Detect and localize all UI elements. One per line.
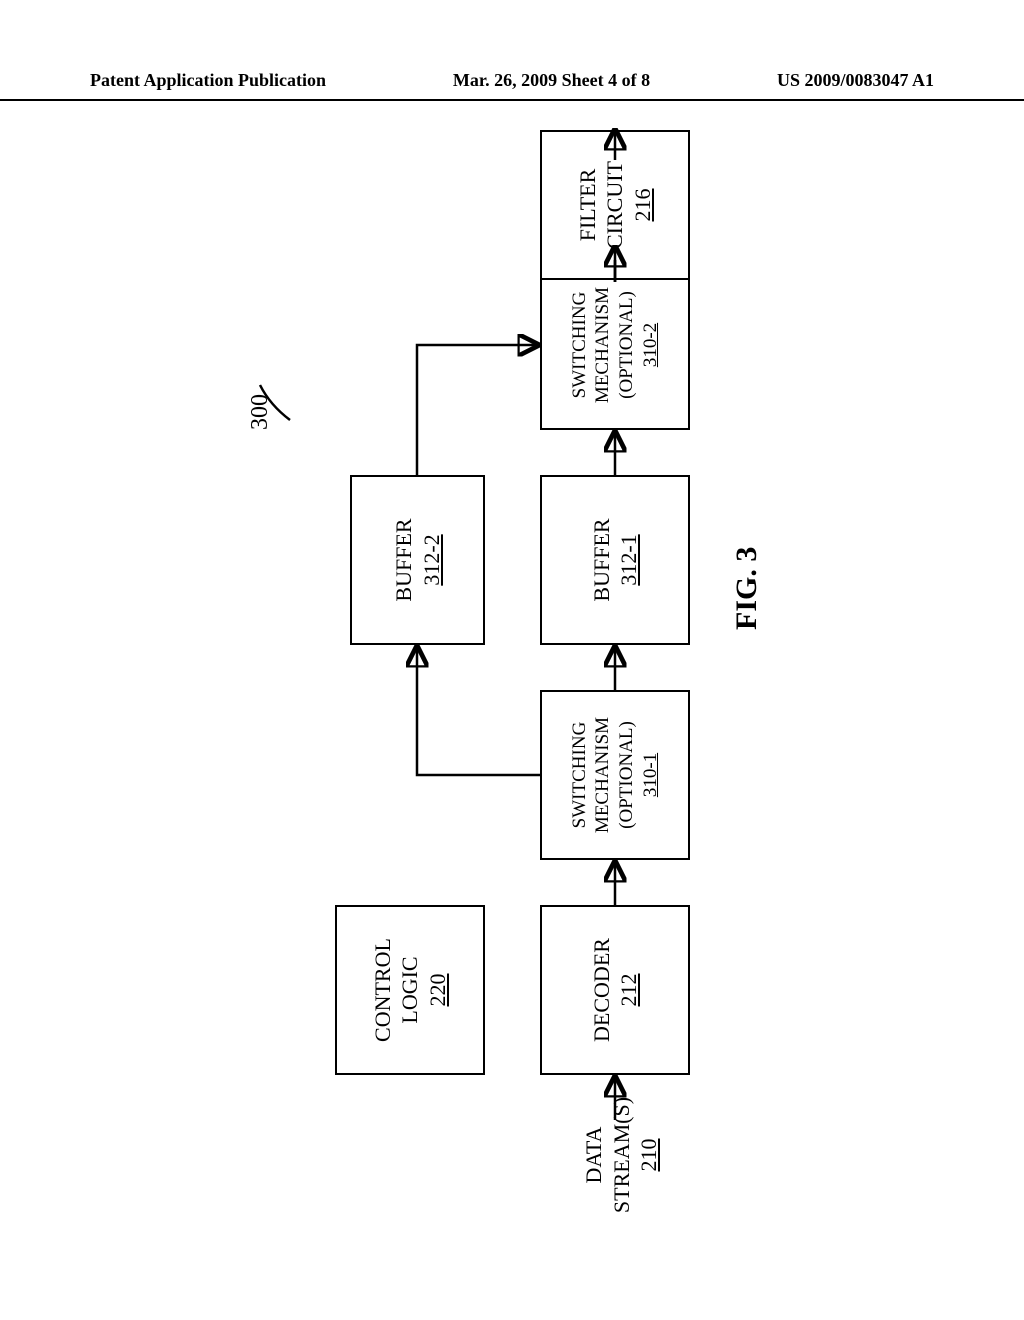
connectors-2	[90, 130, 934, 1220]
page-header: Patent Application Publication Mar. 26, …	[0, 70, 1024, 101]
header-left: Patent Application Publication	[90, 70, 326, 91]
figure-3: DATA STREAM(S) 210 300 CONTROL LOGIC 220…	[90, 130, 934, 1220]
header-right: US 2009/0083047 A1	[777, 70, 934, 91]
header-center: Mar. 26, 2009 Sheet 4 of 8	[453, 70, 650, 91]
